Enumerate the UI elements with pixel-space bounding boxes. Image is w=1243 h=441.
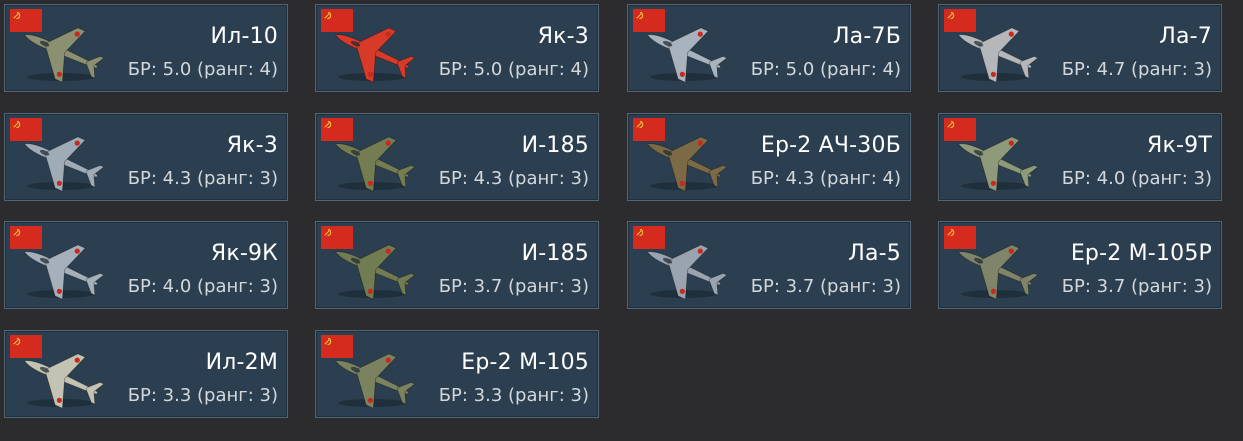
vehicle-name: Ла-7 (1159, 24, 1212, 49)
vehicle-name: Ла-7Б (832, 24, 901, 49)
battle-rating: БР: 4.3 (ранг: 3) (438, 168, 589, 189)
vehicle-name: Як-9Т (1147, 133, 1212, 158)
ussr-flag-icon (321, 335, 353, 358)
battle-rating: БР: 4.3 (ранг: 4) (750, 168, 901, 189)
vehicle-grid: Ил-10 БР: 5.0 (ранг: 4) Як-3 БР: 5.0 (ранг:… (0, 0, 1243, 441)
vehicle-name: Ер-2 М-105 (461, 350, 589, 375)
battle-rating: БР: 5.0 (ранг: 4) (750, 59, 901, 80)
vehicle-name: Ла-5 (848, 241, 901, 266)
vehicle-name: Ил-2М (205, 350, 278, 375)
vehicle-name: Ил-10 (210, 24, 278, 49)
ussr-flag-icon (321, 118, 353, 141)
vehicle-name: Як-3 (226, 133, 278, 158)
battle-rating: БР: 3.7 (ранг: 3) (750, 276, 901, 297)
vehicle-card[interactable]: Як-9Т БР: 4.0 (ранг: 3) (938, 113, 1222, 201)
vehicle-name: И-185 (521, 133, 589, 158)
ussr-flag-icon (10, 9, 42, 32)
ussr-flag-icon (633, 9, 665, 32)
battle-rating: БР: 3.7 (ранг: 3) (1061, 276, 1212, 297)
vehicle-card[interactable]: Як-9К БР: 4.0 (ранг: 3) (4, 221, 288, 309)
vehicle-name: Ер-2 М-105Р (1070, 241, 1212, 266)
vehicle-card[interactable]: Ер-2 АЧ-30Б БР: 4.3 (ранг: 4) (627, 113, 911, 201)
ussr-flag-icon (10, 118, 42, 141)
battle-rating: БР: 4.0 (ранг: 3) (127, 276, 278, 297)
battle-rating: БР: 4.0 (ранг: 3) (1061, 168, 1212, 189)
battle-rating: БР: 3.7 (ранг: 3) (438, 276, 589, 297)
vehicle-name: Як-3 (537, 24, 589, 49)
battle-rating: БР: 3.3 (ранг: 3) (438, 385, 589, 406)
vehicle-card[interactable]: Ла-7Б БР: 5.0 (ранг: 4) (627, 4, 911, 92)
ussr-flag-icon (10, 226, 42, 249)
vehicle-card[interactable]: Ла-5 БР: 3.7 (ранг: 3) (627, 221, 911, 309)
ussr-flag-icon (944, 118, 976, 141)
vehicle-name: И-185 (521, 241, 589, 266)
battle-rating: БР: 3.3 (ранг: 3) (127, 385, 278, 406)
vehicle-card[interactable]: И-185 БР: 3.7 (ранг: 3) (315, 221, 599, 309)
ussr-flag-icon (321, 9, 353, 32)
vehicle-card[interactable]: Ил-10 БР: 5.0 (ранг: 4) (4, 4, 288, 92)
vehicle-card[interactable]: И-185 БР: 4.3 (ранг: 3) (315, 113, 599, 201)
battle-rating: БР: 5.0 (ранг: 4) (438, 59, 589, 80)
vehicle-card[interactable]: Ер-2 М-105Р БР: 3.7 (ранг: 3) (938, 221, 1222, 309)
ussr-flag-icon (944, 226, 976, 249)
vehicle-card[interactable]: Ла-7 БР: 4.7 (ранг: 3) (938, 4, 1222, 92)
ussr-flag-icon (10, 335, 42, 358)
vehicle-card[interactable]: Як-3 БР: 4.3 (ранг: 3) (4, 113, 288, 201)
ussr-flag-icon (633, 118, 665, 141)
vehicle-name: Як-9К (210, 241, 278, 266)
vehicle-card[interactable]: Як-3 БР: 5.0 (ранг: 4) (315, 4, 599, 92)
vehicle-name: Ер-2 АЧ-30Б (760, 133, 901, 158)
vehicle-card[interactable]: Ил-2М БР: 3.3 (ранг: 3) (4, 330, 288, 418)
ussr-flag-icon (944, 9, 976, 32)
ussr-flag-icon (633, 226, 665, 249)
battle-rating: БР: 4.7 (ранг: 3) (1061, 59, 1212, 80)
battle-rating: БР: 4.3 (ранг: 3) (127, 168, 278, 189)
ussr-flag-icon (321, 226, 353, 249)
battle-rating: БР: 5.0 (ранг: 4) (127, 59, 278, 80)
vehicle-card[interactable]: Ер-2 М-105 БР: 3.3 (ранг: 3) (315, 330, 599, 418)
